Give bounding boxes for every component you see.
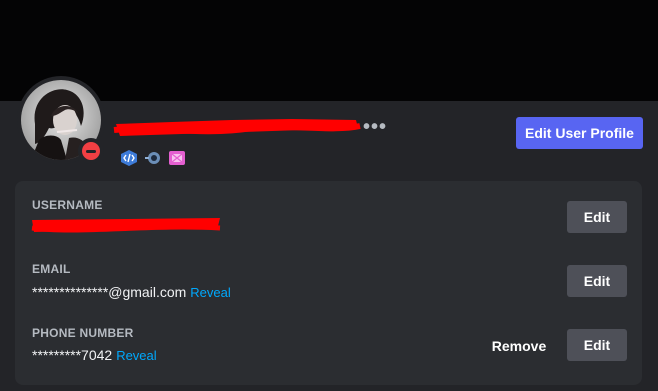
email-reveal-link[interactable]: Reveal: [190, 285, 230, 300]
redacted-display-name: [113, 119, 361, 136]
hypesquad-badge-icon[interactable]: [144, 150, 162, 166]
edit-phone-button[interactable]: Edit: [567, 329, 627, 361]
redacted-username: [31, 218, 221, 233]
phone-value: *********7042 Reveal: [32, 347, 157, 363]
profile-badges: [120, 150, 186, 166]
phone-reveal-link[interactable]: Reveal: [116, 348, 156, 363]
phone-masked-text: *********7042: [32, 347, 113, 363]
phone-number-label: PHONE NUMBER: [32, 326, 134, 340]
edit-email-button[interactable]: Edit: [567, 265, 627, 297]
edit-user-profile-button[interactable]: Edit User Profile: [516, 117, 643, 149]
edit-username-button[interactable]: Edit: [567, 201, 627, 233]
email-value: **************@gmail.com Reveal: [32, 284, 231, 300]
profile-banner: [0, 0, 658, 101]
email-masked-text: **************@gmail.com: [32, 284, 187, 300]
dnd-status-icon: [82, 142, 100, 160]
username-label: USERNAME: [32, 198, 103, 212]
email-label: EMAIL: [32, 262, 71, 276]
active-developer-badge-icon[interactable]: [120, 150, 138, 166]
nitro-badge-icon[interactable]: [168, 150, 186, 166]
remove-phone-button[interactable]: Remove: [488, 330, 550, 362]
status-indicator: [78, 138, 104, 164]
more-options-icon[interactable]: •••: [363, 117, 387, 137]
